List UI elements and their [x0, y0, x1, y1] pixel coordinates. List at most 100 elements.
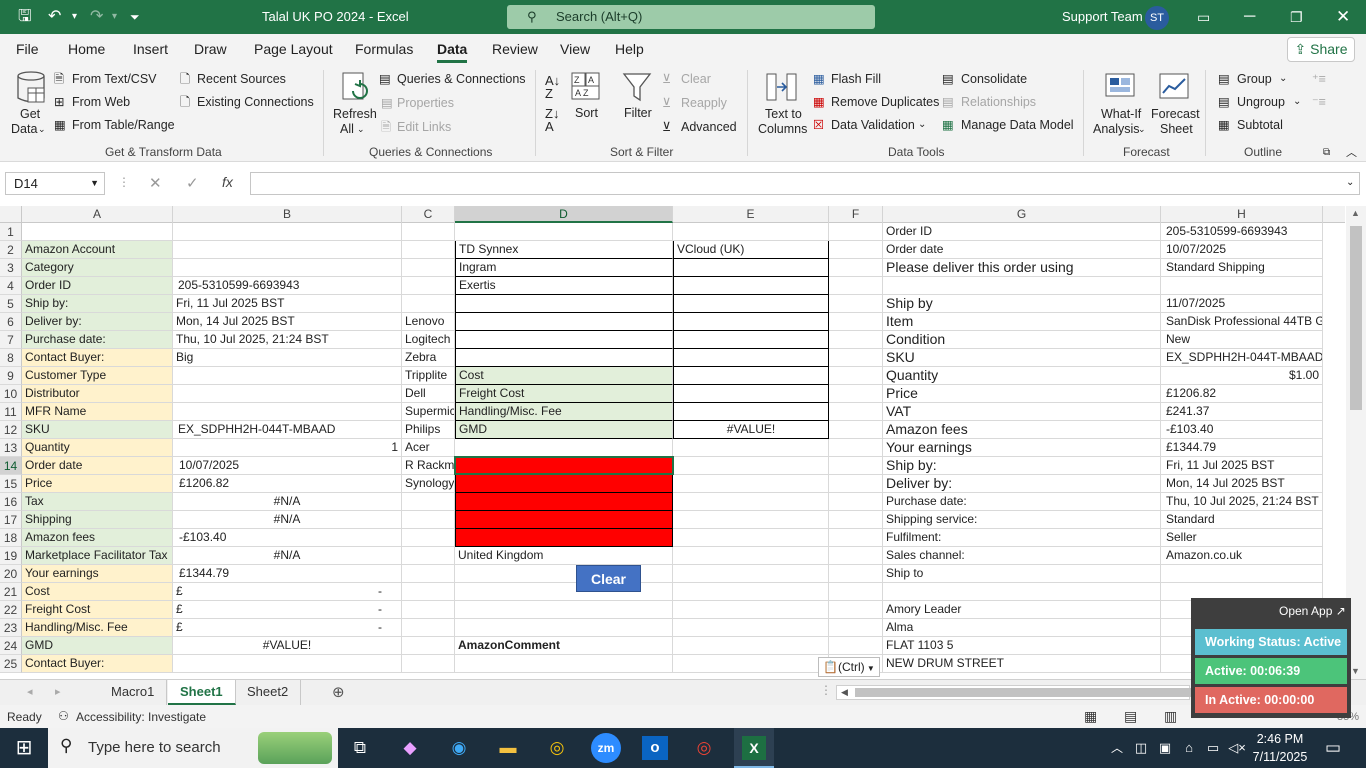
cell-c7[interactable]: Logitech — [402, 331, 455, 349]
col-header-d[interactable]: D — [455, 206, 673, 223]
cell-d14[interactable] — [455, 457, 673, 475]
cell-d1[interactable] — [455, 223, 673, 241]
cell-f2[interactable] — [829, 241, 883, 259]
cell-c12[interactable]: Philips — [402, 421, 455, 439]
col-header-h[interactable]: H — [1161, 206, 1323, 223]
cell-b17[interactable]: #N/A — [173, 511, 402, 529]
save-icon[interactable]: 🖫 — [18, 0, 32, 34]
next-sheet-icon[interactable]: ▸ — [55, 685, 61, 698]
cell-e6[interactable] — [673, 313, 829, 331]
advanced-filter[interactable]: Advanced — [681, 120, 737, 134]
cell-f12[interactable] — [829, 421, 883, 439]
properties[interactable]: Properties — [397, 96, 454, 110]
cell-f15[interactable] — [829, 475, 883, 493]
cell-a23[interactable]: Handling/Misc. Fee — [22, 619, 173, 637]
cell-e20[interactable] — [673, 565, 829, 583]
cell-c14[interactable]: R Rackmount — [402, 457, 455, 475]
cell-a3[interactable]: Category — [22, 259, 173, 277]
menu-insert[interactable]: Insert — [133, 41, 168, 57]
cell-d16[interactable] — [455, 493, 673, 511]
cell-b3[interactable] — [173, 259, 402, 277]
cell-c21[interactable] — [402, 583, 455, 601]
cell-e14[interactable] — [673, 457, 829, 475]
cell-a1[interactable] — [22, 223, 173, 241]
forecast-label[interactable]: Forecast — [1151, 107, 1200, 121]
row-header-7[interactable]: 7 — [0, 331, 22, 349]
select-all-corner[interactable] — [0, 206, 22, 223]
col-header-c[interactable]: C — [402, 206, 455, 223]
maximize-icon[interactable]: ❐ — [1290, 0, 1303, 34]
cell-g17[interactable]: Shipping service: — [883, 511, 1161, 529]
cell-d5[interactable] — [455, 295, 673, 313]
enter-icon[interactable]: ✓ — [186, 174, 199, 192]
cell-b7[interactable]: Thu, 10 Jul 2025, 21:24 BST — [173, 331, 402, 349]
col-header-g[interactable]: G — [883, 206, 1161, 223]
cell-a8[interactable]: Contact Buyer: — [22, 349, 173, 367]
share-button[interactable]: ⇪ Share — [1287, 37, 1355, 62]
cell-a25[interactable]: Contact Buyer: — [22, 655, 173, 673]
close-icon[interactable]: ✕ — [1336, 0, 1350, 34]
formula-input[interactable] — [250, 172, 1360, 195]
cell-d13[interactable] — [455, 439, 673, 457]
cell-b25[interactable] — [173, 655, 402, 673]
cell-h9[interactable]: $1.00 — [1161, 367, 1323, 385]
cell-c1[interactable] — [402, 223, 455, 241]
normal-view-icon[interactable]: ▦ — [1084, 708, 1097, 725]
cell-b14[interactable]: 10/07/2025 — [173, 457, 402, 475]
menu-page-layout[interactable]: Page Layout — [254, 41, 333, 57]
recent-sources[interactable]: Recent Sources — [197, 72, 286, 86]
get-data-label2[interactable]: Data — [11, 122, 37, 136]
consolidate[interactable]: Consolidate — [961, 72, 1027, 86]
zoom-app-icon[interactable]: zm — [589, 728, 623, 768]
volume-muted-icon[interactable]: ◁× — [1228, 728, 1246, 768]
scroll-left-icon[interactable]: ◀ — [841, 686, 848, 699]
reapply[interactable]: Reapply — [681, 96, 727, 110]
show-detail-icon[interactable]: ⁺≡ — [1312, 72, 1326, 86]
dialog-launcher-icon[interactable]: ⧉ — [1323, 146, 1330, 160]
cell-g14[interactable]: Ship by: — [883, 457, 1161, 475]
existing-connections[interactable]: Existing Connections — [197, 95, 314, 109]
from-text-csv[interactable]: From Text/CSV — [72, 72, 157, 86]
col-header-f[interactable]: F — [829, 206, 883, 223]
filter-label[interactable]: Filter — [624, 106, 652, 120]
cell-d9[interactable]: Cost — [455, 367, 673, 385]
cell-f14[interactable] — [829, 457, 883, 475]
insert-function-icon[interactable]: fx — [222, 174, 233, 190]
cell-h11[interactable]: £241.37 — [1161, 403, 1323, 421]
cell-h5[interactable]: 11/07/2025 — [1161, 295, 1323, 313]
cell-a17[interactable]: Shipping — [22, 511, 173, 529]
menu-file[interactable]: File — [16, 41, 39, 57]
cell-b4[interactable]: 205-5310599-6693943 — [173, 277, 402, 295]
row-header-22[interactable]: 22 — [0, 601, 22, 619]
cell-b20[interactable]: £1344.79 — [173, 565, 402, 583]
cell-f8[interactable] — [829, 349, 883, 367]
row-header-24[interactable]: 24 — [0, 637, 22, 655]
cell-d18[interactable] — [455, 529, 673, 547]
cell-f18[interactable] — [829, 529, 883, 547]
cell-d8[interactable] — [455, 349, 673, 367]
cell-b18[interactable]: -£103.40 — [173, 529, 402, 547]
menu-formulas[interactable]: Formulas — [355, 41, 413, 57]
cell-g8[interactable]: SKU — [883, 349, 1161, 367]
row-header-21[interactable]: 21 — [0, 583, 22, 601]
horizontal-scrollbar[interactable]: ◀ — [836, 685, 1195, 700]
cell-g24[interactable]: FLAT 1103 5 — [883, 637, 1161, 655]
cell-g20[interactable]: Ship to — [883, 565, 1161, 583]
cell-g7[interactable]: Condition — [883, 331, 1161, 349]
cell-c2[interactable] — [402, 241, 455, 259]
menu-home[interactable]: Home — [68, 41, 105, 57]
cell-h3[interactable]: Standard Shipping — [1161, 259, 1323, 277]
row-header-9[interactable]: 9 — [0, 367, 22, 385]
row-header-20[interactable]: 20 — [0, 565, 22, 583]
cell-h14[interactable]: Fri, 11 Jul 2025 BST — [1161, 457, 1323, 475]
cell-c5[interactable] — [402, 295, 455, 313]
cell-d15[interactable] — [455, 475, 673, 493]
row-header-18[interactable]: 18 — [0, 529, 22, 547]
cell-f21[interactable] — [829, 583, 883, 601]
network-share-icon[interactable]: ⌂ — [1180, 728, 1198, 768]
cell-h7[interactable]: New — [1161, 331, 1323, 349]
cell-f22[interactable] — [829, 601, 883, 619]
paste-options[interactable]: 📋(Ctrl) ▼ — [818, 657, 880, 677]
relationships[interactable]: Relationships — [961, 95, 1036, 109]
flash-fill[interactable]: Flash Fill — [831, 72, 881, 86]
